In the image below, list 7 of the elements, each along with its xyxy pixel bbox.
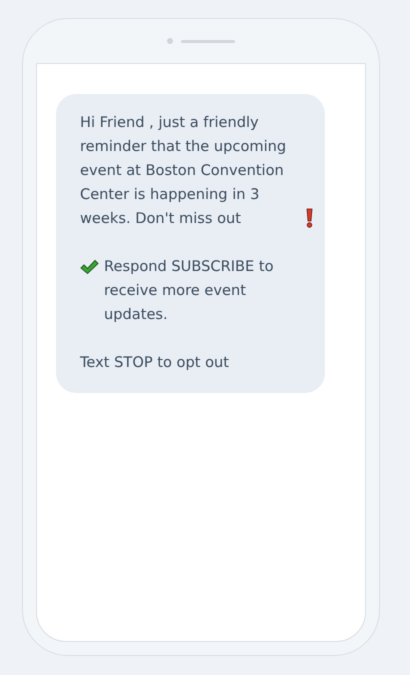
check-icon [80, 259, 99, 275]
exclamation-icon [306, 208, 313, 228]
camera-dot [167, 38, 173, 44]
message-text: Text STOP to opt out [80, 353, 230, 373]
message-text: Respond SUBSCRIBE to receive more event updates. [104, 257, 275, 325]
message-text: Hi Friend , just a friendly reminder that the upcoming event at Boston Convention Center is happening in 3 weeks. Don't miss out [80, 113, 288, 229]
speaker-slot [181, 40, 235, 42]
